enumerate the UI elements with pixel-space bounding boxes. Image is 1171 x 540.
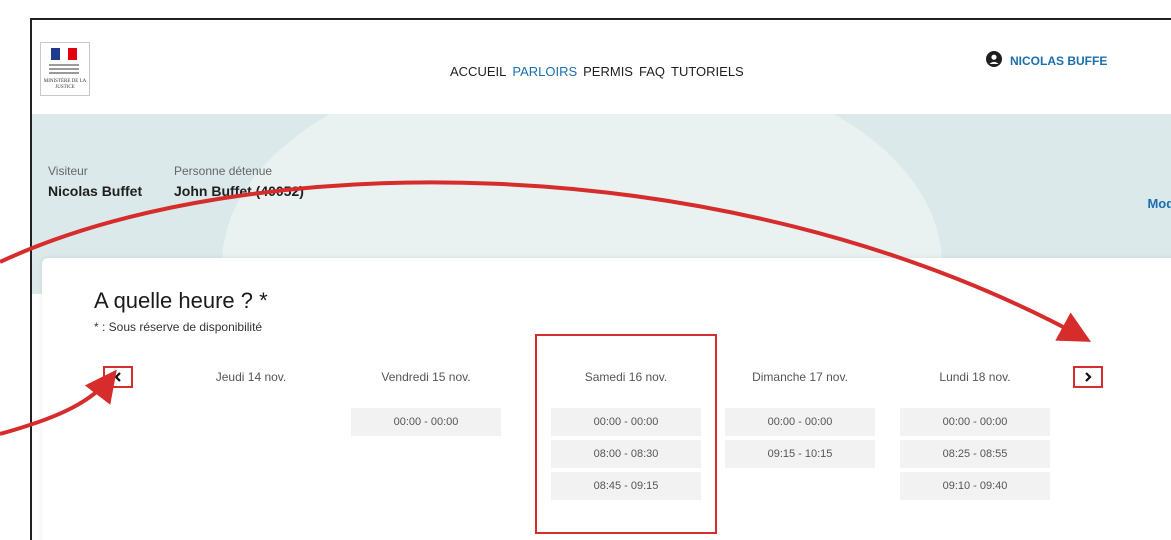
logo-decoration: [49, 64, 79, 76]
detainee-label: Personne détenue: [174, 164, 273, 178]
chevron-left-icon: [114, 372, 121, 382]
flag-icon: [51, 48, 78, 60]
card-title: A quelle heure ? *: [94, 288, 268, 313]
ministry-logo[interactable]: MINISTÈRE DE LA JUSTICE: [40, 42, 90, 96]
availability-note: * : Sous réserve de disponibilité: [94, 320, 263, 334]
top-header: MINISTÈRE DE LA JUSTICE ACCUEIL PARLOIRS…: [32, 20, 1171, 114]
visitor-label: Visiteur: [48, 164, 88, 178]
time-selection-card: A quelle heure ? * * : Sous réserve de d…: [42, 258, 1171, 540]
logo-text: MINISTÈRE DE LA JUSTICE: [43, 79, 87, 90]
app-window: MINISTÈRE DE LA JUSTICE ACCUEIL PARLOIRS…: [30, 18, 1171, 540]
modify-link[interactable]: Modifier: [1147, 196, 1171, 211]
time-slot[interactable]: 00:00 - 00:00: [900, 408, 1050, 436]
account-circle-icon[interactable]: [986, 51, 1002, 67]
nav-parloirs[interactable]: PARLOIRS: [512, 64, 577, 79]
visitor-name: Nicolas Buffet: [48, 183, 143, 199]
user-name[interactable]: NICOLAS BUFFE: [1010, 54, 1107, 68]
day-header-sunday: Dimanche 17 nov.: [752, 370, 848, 384]
time-slot[interactable]: 00:00 - 00:00: [351, 408, 501, 436]
chevron-right-icon: [1085, 372, 1092, 382]
time-slot[interactable]: 08:25 - 08:55: [900, 440, 1050, 468]
time-slot[interactable]: 00:00 - 00:00: [725, 408, 875, 436]
nav-accueil[interactable]: ACCUEIL: [450, 64, 506, 79]
detainee-name: John Buffet (40052): [174, 183, 304, 199]
nav-faq[interactable]: FAQ: [639, 64, 665, 79]
day-header-monday: Lundi 18 nov.: [939, 370, 1011, 384]
nav-permis[interactable]: PERMIS: [583, 64, 633, 79]
time-slot[interactable]: 09:10 - 09:40: [900, 472, 1050, 500]
next-week-button[interactable]: [1073, 366, 1103, 388]
main-nav: ACCUEIL PARLOIRS PERMIS FAQ TUTORIELS: [450, 64, 744, 79]
nav-tutoriels[interactable]: TUTORIELS: [671, 64, 744, 79]
previous-week-button[interactable]: [103, 366, 133, 388]
day-header-friday: Vendredi 15 nov.: [381, 370, 471, 384]
selected-day-highlight: [535, 334, 717, 534]
day-header-thursday: Jeudi 14 nov.: [215, 370, 287, 384]
time-slot[interactable]: 09:15 - 10:15: [725, 440, 875, 468]
